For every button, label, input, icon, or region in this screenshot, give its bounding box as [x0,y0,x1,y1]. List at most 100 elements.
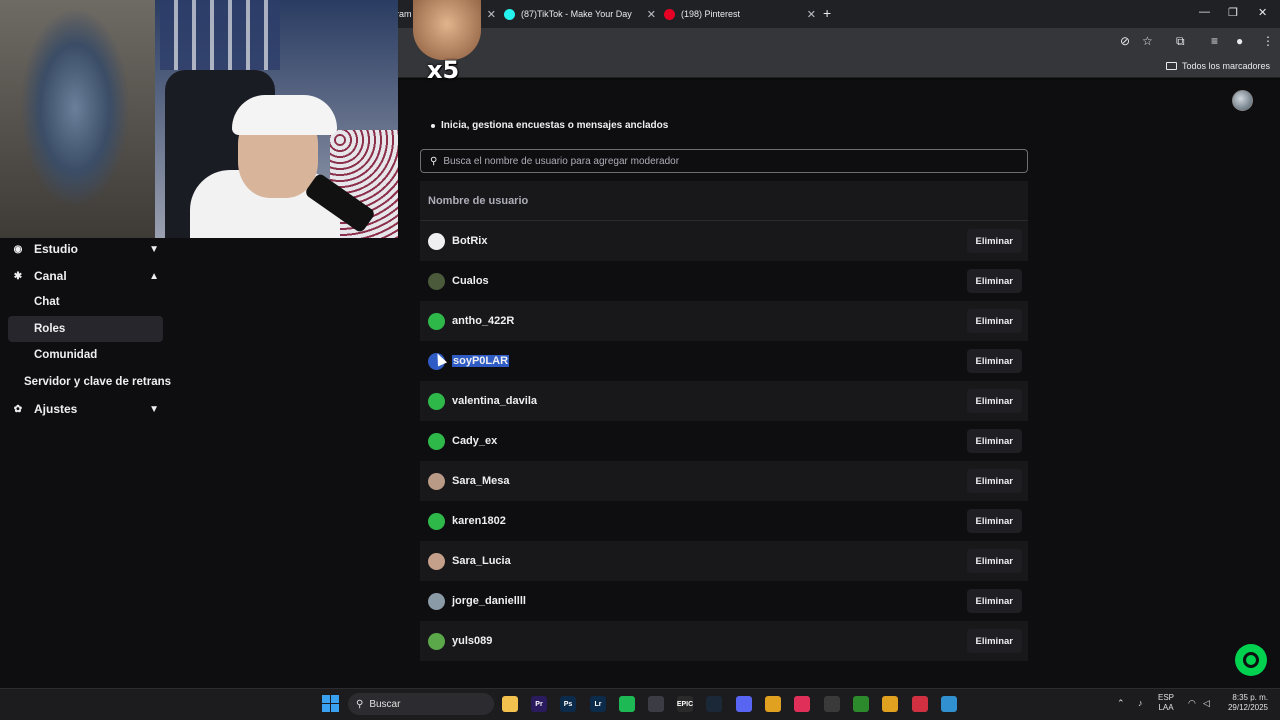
close-icon[interactable]: ✕ [487,8,496,21]
username[interactable]: Cualos [452,275,489,287]
browser-tab-pinterest[interactable]: (198) Pinterest ✕ [664,0,816,28]
file-explorer-icon[interactable] [502,696,518,712]
username[interactable]: antho_422R [452,315,514,327]
premiere-icon[interactable]: Pr [531,696,547,712]
username[interactable]: yuls089 [452,635,492,647]
username[interactable]: valentina_davila [452,395,537,407]
close-icon[interactable]: ✕ [807,8,816,21]
sidebar-item-comunidad[interactable]: Comunidad [8,342,163,368]
username[interactable]: jorge_daniellll [452,595,526,607]
chevron-down-icon: ▼ [149,243,159,255]
white-cap [232,95,337,135]
start-button[interactable] [322,695,339,712]
search-input[interactable] [443,155,1004,167]
epic-games-icon[interactable]: EPIC [677,696,693,712]
moderator-search[interactable]: ⚲ [420,149,1028,173]
minimize-icon[interactable]: — [1199,6,1210,18]
table-row: BotRix Eliminar [420,221,1028,261]
avatar [428,272,445,290]
lightroom-icon[interactable]: Lr [590,696,606,712]
language-sub: LAA [1158,703,1174,712]
help-button[interactable] [1235,644,1267,676]
sidebar-item-chat[interactable]: Chat [8,289,163,315]
menu-icon[interactable]: ⋮ [1262,34,1274,48]
remove-button[interactable]: Eliminar [966,629,1022,653]
microphone-icon[interactable]: ♪ [1138,698,1143,708]
extensions-icon[interactable]: ⧉ [1176,34,1185,49]
sidebar-item-estudio[interactable]: ◉ Estudio ▼ [8,236,163,262]
mute-icon[interactable]: ⊘ [1120,34,1130,48]
remove-button[interactable]: Eliminar [966,389,1022,413]
studio-icon: ◉ [13,243,23,255]
username[interactable]: karen1802 [452,515,506,527]
column-header-username: Nombre de usuario [428,194,529,207]
remove-button[interactable]: Eliminar [966,469,1022,493]
app-blue-icon[interactable] [941,696,957,712]
app-red-icon[interactable] [912,696,928,712]
sidebar-item-roles[interactable]: Roles [8,316,163,342]
new-tab-button[interactable]: + [823,5,831,21]
taskbar-search[interactable]: ⚲ Buscar [348,693,494,715]
close-icon[interactable]: ✕ [647,8,656,21]
xbox-icon[interactable] [853,696,869,712]
sidebar-item-label: Servidor y clave de retrans [24,376,172,388]
avatar [428,512,445,530]
browser-tab-tiktok[interactable]: (87)TikTok - Make Your Day ✕ [504,0,656,28]
star-icon[interactable]: ☆ [1142,34,1153,48]
remove-button[interactable]: Eliminar [966,309,1022,333]
chevron-down-icon: ▼ [149,403,159,415]
volume-icon[interactable]: ◁ [1203,698,1210,709]
all-bookmarks-label: Todos los marcadores [1181,61,1270,71]
tiktok-icon [504,8,515,20]
profile-icon[interactable]: ● [1236,34,1243,48]
username[interactable]: Sara_Mesa [452,475,510,487]
all-bookmarks-button[interactable]: Todos los marcadores [1165,61,1270,71]
avatar[interactable] [1232,90,1253,111]
username[interactable]: Sara_Lucia [452,555,511,567]
chrome-profile-icon[interactable] [882,696,898,712]
emote-face [413,0,481,60]
spotify-icon[interactable] [619,696,635,712]
sidebar-item-canal[interactable]: ✱ Canal ▲ [8,263,163,289]
gear-icon: ✿ [13,403,23,415]
remove-button[interactable]: Eliminar [966,429,1022,453]
wifi-icon[interactable]: ◠ [1188,698,1196,709]
stream-emote: x5 [411,0,483,90]
photoshop-icon[interactable]: Ps [560,696,576,712]
username[interactable]: soyP0LAR [452,355,510,367]
bullet-text: Inicia, gestiona encuestas o mensajes an… [441,120,669,131]
table-row: Sara_Mesa Eliminar [420,461,1028,501]
discord-icon[interactable] [736,696,752,712]
remove-button[interactable]: Eliminar [966,589,1022,613]
clock[interactable]: 8:35 p. m. 29/12/2025 [1222,693,1268,713]
table-row: soyP0LAR Eliminar [420,341,1028,381]
remove-button[interactable]: Eliminar [966,549,1022,573]
sidebar-item-servidor[interactable]: Servidor y clave de retrans [8,369,178,395]
steam-icon[interactable] [706,696,722,712]
tiktok-app-icon[interactable] [794,696,810,712]
table-row: jorge_daniellll Eliminar [420,581,1028,621]
remove-button[interactable]: Eliminar [966,269,1022,293]
language-indicator[interactable]: ESP LAA [1158,693,1174,713]
sidebar-item-label: Comunidad [34,349,98,361]
app-icon[interactable] [648,696,664,712]
sidebar-item-ajustes[interactable]: ✿ Ajustes ▼ [8,396,163,422]
username[interactable]: Cady_ex [452,435,497,447]
avatar [428,232,445,250]
table-row: antho_422R Eliminar [420,301,1028,341]
restore-icon[interactable]: ❐ [1228,6,1238,19]
help-icon [1243,652,1259,668]
remove-button[interactable]: Eliminar [966,229,1022,253]
chevron-up-icon[interactable]: ⌃ [1117,698,1125,709]
close-window-icon[interactable]: ✕ [1258,6,1267,19]
sidebar-item-label: Estudio [34,242,78,256]
table-row: valentina_davila Eliminar [420,381,1028,421]
remove-button[interactable]: Eliminar [966,349,1022,373]
obs-icon[interactable] [824,696,840,712]
christmas-tree [20,8,130,208]
chrome-icon[interactable] [765,696,781,712]
username[interactable]: BotRix [452,235,487,247]
remove-button[interactable]: Eliminar [966,509,1022,533]
channel-icon: ✱ [13,270,23,282]
media-icon[interactable]: ≡ [1211,34,1218,48]
